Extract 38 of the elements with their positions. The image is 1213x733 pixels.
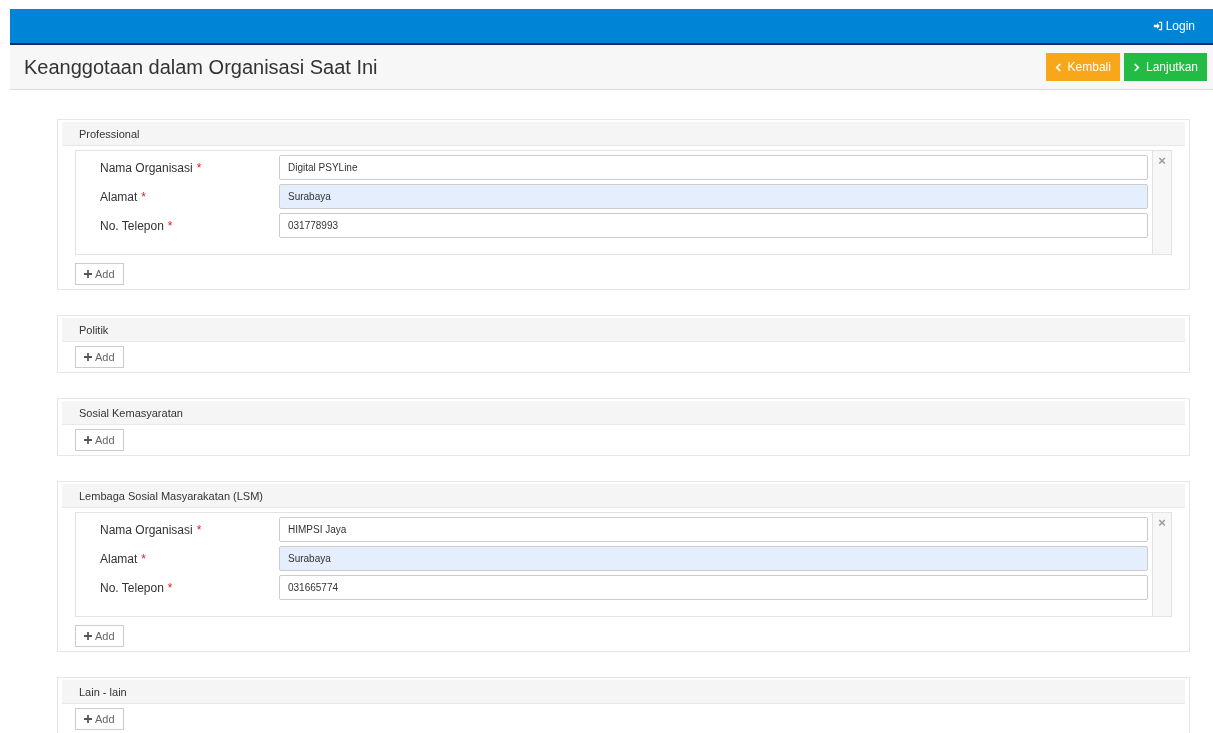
plus-icon [84, 436, 92, 444]
section-title: Sosial Kemasyaratan [79, 406, 183, 419]
required-mark: * [196, 160, 202, 175]
text-field[interactable]: Digital PSYLine [279, 155, 1148, 180]
required-mark: * [196, 522, 202, 537]
required-mark: * [167, 218, 173, 233]
field-label: No. Telepon [100, 218, 164, 233]
chevron-right-icon [1132, 62, 1140, 72]
field-label: Nama Organisasi [100, 522, 193, 537]
section-title: Lembaga Sosial Masyarakatan (LSM) [79, 489, 264, 502]
text-field[interactable]: HIMPSI Jaya [279, 517, 1148, 542]
field-label: Alamat [100, 551, 138, 566]
chevron-left-icon [1054, 62, 1062, 72]
text-field[interactable]: 031665774 [279, 575, 1148, 600]
plus-icon [84, 715, 92, 723]
section-title: Politik [79, 323, 109, 336]
required-mark: * [141, 551, 147, 566]
plus-icon [84, 270, 92, 278]
add-button[interactable]: Add [75, 708, 124, 730]
add-button[interactable]: Add [75, 429, 124, 451]
field-label: Nama Organisasi [100, 160, 193, 175]
plus-icon [84, 353, 92, 361]
required-mark: * [141, 189, 147, 204]
text-field[interactable]: Surabaya [279, 546, 1148, 571]
sign-in-icon [1152, 21, 1163, 31]
plus-icon [84, 632, 92, 640]
required-mark: * [167, 580, 173, 595]
field-label: No. Telepon [100, 580, 164, 595]
add-button[interactable]: Add [75, 346, 124, 368]
text-field[interactable]: 031778993 [279, 213, 1148, 238]
section-title: Professional [79, 127, 140, 140]
add-button[interactable]: Add [75, 263, 124, 285]
text-field[interactable]: Surabaya [279, 184, 1148, 209]
page-title: Keanggotaan dalam Organisasi Saat Ini [24, 55, 378, 79]
section-title: Lain - lain [79, 685, 127, 698]
login-link[interactable]: Login [1152, 19, 1195, 33]
field-label: Alamat [100, 189, 138, 204]
add-button[interactable]: Add [75, 625, 124, 647]
